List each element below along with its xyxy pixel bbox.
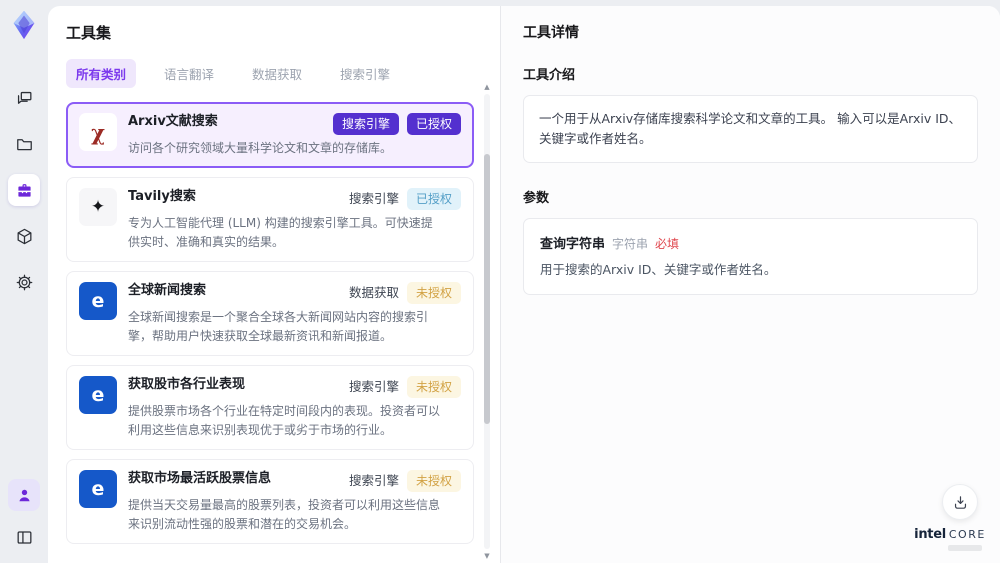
parameter-description: 用于搜索的Arxiv ID、关键字或作者姓名。 (540, 262, 777, 277)
tool-name: Tavily搜索 (128, 189, 196, 205)
scrollbar[interactable]: ▲ ▼ (482, 82, 492, 561)
sidebar-item-user[interactable] (8, 479, 40, 511)
tool-category-tag: 搜索引擎 (348, 473, 399, 489)
tool-auth-badge: 已授权 (406, 188, 461, 211)
folder-icon (15, 135, 34, 154)
blue-e-icon-box: e (79, 470, 117, 509)
tool-card[interactable]: e 获取市场最活跃股票信息 搜索引擎 未授权提供当天交易量最高的股票列表，投资者可以利… (66, 459, 474, 545)
tool-card[interactable]: e 获取股市各行业表现 搜索引擎 未授权提供股票市场各个行业在特定时间段内的表现。投资… (66, 365, 474, 451)
parameter-type: 字符串 (612, 237, 649, 251)
panel-icon (15, 528, 34, 547)
settings-icon (15, 273, 34, 292)
download-icon (954, 495, 966, 509)
tool-category-tag: 搜索引擎 (348, 379, 399, 395)
toolbox-icon (15, 181, 34, 200)
tool-description: 访问各个研究领域大量科学论文和文章的存储库。 (128, 140, 393, 155)
intro-text-box: 一个用于从Arxiv存储库搜索科学论文和文章的工具。 输入可以是Arxiv ID… (523, 95, 978, 163)
tool-card[interactable]: ✦ Tavily搜索 搜索引擎 已授权专为人工智能代理 (LLM) 构建的搜索引擎工具… (66, 177, 474, 263)
tab-language-translation[interactable]: 语言翻译 (154, 59, 224, 88)
cube-icon (15, 227, 34, 246)
tab-all-categories[interactable]: 所有类别 (66, 59, 137, 88)
news-app-icon: e (91, 477, 105, 500)
sidebar-item-toolbox[interactable] (8, 174, 40, 206)
detail-title: 工具详情 (523, 25, 579, 41)
tool-description: 提供当天交易量最高的股票列表，投资者可以利用这些信息来识别流动性强的股票和潜在的… (128, 498, 441, 531)
tool-auth-badge: 未授权 (406, 376, 461, 399)
sidebar-item-cube[interactable] (8, 220, 40, 252)
sparkle-icon-box: ✦ (79, 188, 117, 227)
tab-data-fetching[interactable]: 数据获取 (242, 59, 312, 88)
tool-card[interactable]: e 全球新闻搜索 数据获取 未授权全球新闻搜索是一个聚合全球各大新闻网站内容的搜索引擎… (66, 271, 474, 357)
tool-name: 全球新闻搜索 (128, 283, 207, 299)
page-title: 工具集 (66, 24, 112, 42)
news-app-icon: e (91, 289, 105, 312)
brand-core: core (948, 528, 986, 541)
user-icon (15, 486, 34, 505)
tool-category-tag: 数据获取 (348, 285, 399, 301)
sidebar-item-panel[interactable] (8, 521, 40, 553)
sidebar-item-folder[interactable] (8, 128, 40, 160)
tool-list-panel: 工具集 所有类别 语言翻译 数据获取 搜索引擎 χ Arxiv文献搜索 搜索引擎 已授… (48, 6, 500, 563)
tool-auth-badge: 已授权 (406, 113, 461, 135)
tool-name: Arxiv文献搜索 (128, 114, 218, 129)
sidebar-item-chat[interactable] (8, 82, 40, 114)
blue-e-icon-box: e (79, 376, 117, 415)
scroll-up-icon[interactable]: ▲ (482, 82, 492, 92)
parameter-card: 查询字符串 字符串 必填 用于搜索的Arxiv ID、关键字或作者姓名。 (523, 218, 978, 295)
blue-e-icon-box: e (79, 282, 117, 321)
tool-name: 获取市场最活跃股票信息 (128, 471, 272, 487)
arxiv-logo-icon: χ (91, 119, 105, 145)
chat-icon (15, 89, 34, 108)
brand-intel: intel (914, 527, 946, 542)
main-content: 工具集 所有类别 语言翻译 数据获取 搜索引擎 χ Arxiv文献搜索 搜索引擎 已授… (48, 6, 1000, 563)
tab-search-engine[interactable]: 搜索引擎 (330, 59, 400, 88)
brand-subtext (948, 545, 982, 552)
tool-name: 获取股市各行业表现 (128, 377, 246, 393)
download-button[interactable] (942, 484, 978, 520)
app-logo (7, 8, 41, 42)
tool-list: χ Arxiv文献搜索 搜索引擎 已授权 访问各个研究领域大量科学论文和文章的存储库。 ✦… (66, 102, 500, 548)
tool-auth-badge: 未授权 (406, 282, 461, 305)
sidebar-item-settings[interactable] (8, 266, 40, 298)
tool-description: 提供股票市场各个行业在特定时间段内的表现。投资者可以利用这些信息来识别表现优于或… (128, 404, 441, 437)
tool-category-tag: 搜索引擎 (332, 113, 399, 135)
scrollbar-thumb[interactable] (484, 154, 490, 424)
tool-card[interactable]: χ Arxiv文献搜索 搜索引擎 已授权 访问各个研究领域大量科学论文和文章的存储库。 (66, 102, 474, 169)
intel-core-logo: intel core (914, 524, 986, 552)
scroll-down-icon[interactable]: ▼ (482, 551, 492, 561)
arxiv-icon-box: χ (79, 113, 117, 151)
parameter-name: 查询字符串 (540, 237, 606, 252)
tool-category-tag: 搜索引擎 (348, 191, 399, 207)
scrollbar-track[interactable] (484, 94, 490, 549)
news-app-icon: e (91, 383, 105, 406)
intro-heading: 工具介绍 (523, 68, 576, 83)
sidebar-rail (0, 0, 48, 563)
category-tabs: 所有类别 语言翻译 数据获取 搜索引擎 (66, 59, 500, 88)
tool-auth-badge: 未授权 (406, 470, 461, 493)
tool-description: 全球新闻搜索是一个聚合全球各大新闻网站内容的搜索引擎，帮助用户快速获取全球最新资… (128, 310, 429, 343)
tool-description: 专为人工智能代理 (LLM) 构建的搜索引擎工具。可快速提供实时、准确和真实的结… (128, 216, 433, 249)
sparkle-icon: ✦ (90, 196, 106, 217)
params-heading: 参数 (523, 191, 550, 206)
tool-detail-panel: 工具详情 工具介绍 一个用于从Arxiv存储库搜索科学论文和文章的工具。 输入可… (500, 6, 1000, 563)
parameter-required-badge: 必填 (655, 237, 680, 251)
